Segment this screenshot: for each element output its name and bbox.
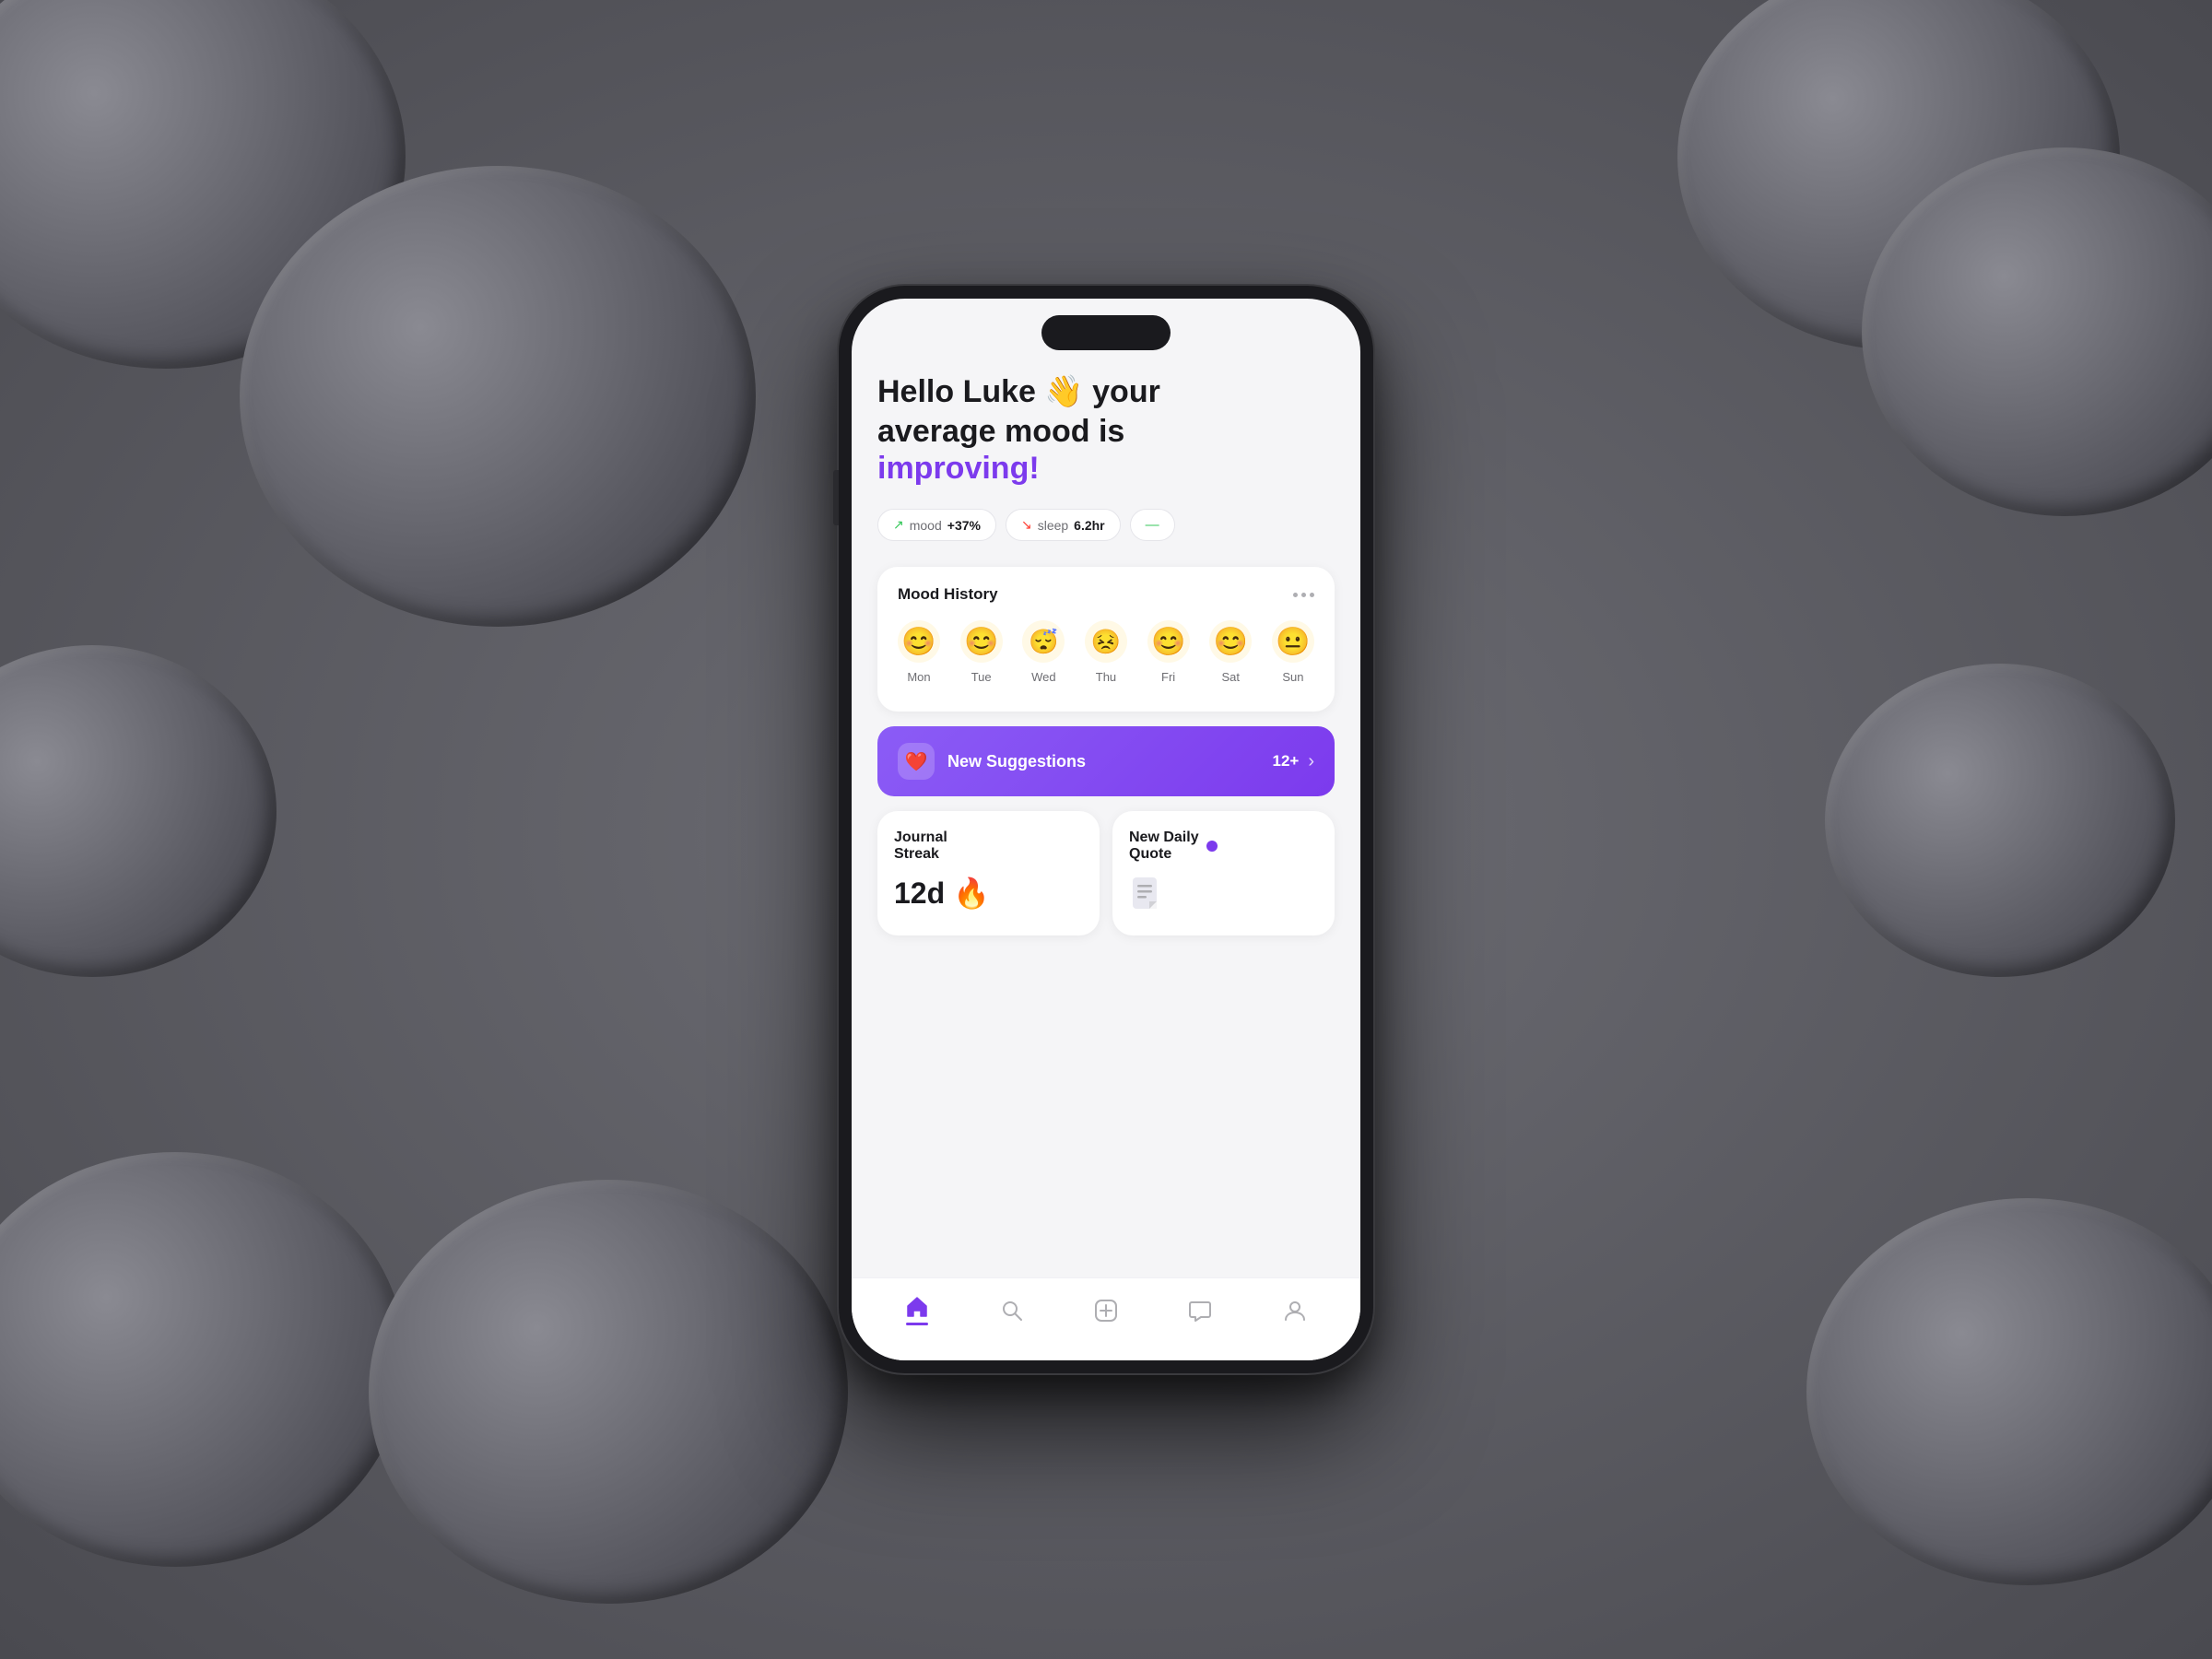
sleep-stat-pill[interactable]: ↘ sleep 6.2hr (1006, 509, 1121, 541)
mood-emoji-sun: 😐 (1272, 620, 1314, 663)
daily-quote-title: New DailyQuote (1129, 830, 1318, 863)
mood-emoji-row: 😊 Mon 😊 Tue 😴 Wed 😣 Thu (898, 620, 1314, 684)
nav-search[interactable] (1000, 1299, 1024, 1323)
nav-profile[interactable] (1283, 1299, 1307, 1323)
mood-day-sat[interactable]: 😊 Sat (1209, 620, 1252, 684)
nav-home[interactable] (905, 1295, 929, 1325)
dynamic-island (1041, 315, 1171, 350)
mood-label-sun: Sun (1282, 670, 1303, 684)
suggestions-banner[interactable]: ❤️ New Suggestions 12+ › (877, 726, 1335, 796)
pebble-6 (369, 1180, 848, 1604)
greeting-line2: average mood is (877, 412, 1335, 452)
suggestions-label: New Suggestions (947, 752, 1272, 771)
home-indicator (906, 1323, 928, 1325)
mood-label-thu: Thu (1096, 670, 1116, 684)
mood-emoji-wed: 😴 (1022, 620, 1065, 663)
extra-stat-pill[interactable]: — (1130, 509, 1175, 541)
pebble-3 (240, 166, 756, 627)
streak-value: 12d 🔥 (894, 876, 1083, 911)
quote-document-icon (1129, 876, 1318, 917)
greeting-section: Hello Luke 👋 your average mood is improv… (877, 372, 1335, 487)
mood-emoji-tue: 😊 (960, 620, 1003, 663)
new-indicator-dot (1206, 841, 1218, 852)
mood-emoji-thu: 😣 (1085, 620, 1127, 663)
sleep-stat-label: sleep (1038, 518, 1068, 533)
phone-screen: Hello Luke 👋 your average mood is improv… (852, 299, 1360, 1360)
mood-stat-value: +37% (947, 518, 981, 533)
mood-stat-label: mood (910, 518, 942, 533)
mood-day-wed[interactable]: 😴 Wed (1022, 620, 1065, 684)
suggestions-heart-icon: ❤️ (898, 743, 935, 780)
main-content[interactable]: Hello Luke 👋 your average mood is improv… (852, 299, 1360, 1277)
mood-label-fri: Fri (1161, 670, 1175, 684)
home-icon (905, 1295, 929, 1319)
journal-streak-label: JournalStreak (894, 830, 947, 863)
greeting-line1: Hello Luke 👋 your (877, 372, 1335, 412)
mood-day-thu[interactable]: 😣 Thu (1085, 620, 1127, 684)
heart-emoji: ❤️ (905, 750, 928, 773)
daily-quote-card[interactable]: New DailyQuote (1112, 811, 1335, 935)
mood-label-mon: Mon (907, 670, 930, 684)
bottom-navigation (852, 1277, 1360, 1360)
phone-shell: Hello Luke 👋 your average mood is improv… (839, 286, 1373, 1373)
search-icon (1000, 1299, 1024, 1323)
mood-day-tue[interactable]: 😊 Tue (960, 620, 1003, 684)
mood-day-fri[interactable]: 😊 Fri (1147, 620, 1190, 684)
dot-1 (1293, 593, 1298, 597)
journal-streak-card[interactable]: JournalStreak 12d 🔥 (877, 811, 1100, 935)
mood-stat-pill[interactable]: ↗ mood +37% (877, 509, 996, 541)
greeting-improving: improving! (877, 451, 1335, 487)
suggestions-arrow-icon: › (1308, 751, 1314, 772)
mood-emoji-fri: 😊 (1147, 620, 1190, 663)
chat-icon (1188, 1299, 1212, 1323)
stats-row: ↗ mood +37% ↘ sleep 6.2hr — (877, 509, 1335, 541)
mood-label-tue: Tue (971, 670, 992, 684)
document-svg-icon (1129, 876, 1164, 911)
extra-trend-icon: — (1146, 517, 1159, 533)
suggestions-count: 12+ (1272, 752, 1299, 771)
mood-day-sun[interactable]: 😐 Sun (1272, 620, 1314, 684)
add-icon (1094, 1299, 1118, 1323)
mood-history-title: Mood History (898, 585, 998, 604)
more-options-button[interactable] (1293, 593, 1314, 597)
mood-history-card: Mood History 😊 Mon 😊 Tue (877, 567, 1335, 712)
dot-2 (1301, 593, 1306, 597)
mood-emoji-sat: 😊 (1209, 620, 1252, 663)
sleep-stat-value: 6.2hr (1074, 518, 1104, 533)
nav-add[interactable] (1094, 1299, 1118, 1323)
fire-emoji: 🔥 (953, 877, 990, 910)
sleep-trend-icon: ↘ (1021, 517, 1032, 533)
streak-number: 12d (894, 877, 945, 910)
journal-streak-title: JournalStreak (894, 830, 1083, 863)
mood-label-sat: Sat (1222, 670, 1241, 684)
nav-chat[interactable] (1188, 1299, 1212, 1323)
dot-3 (1310, 593, 1314, 597)
mood-history-header: Mood History (898, 585, 1314, 604)
mood-day-mon[interactable]: 😊 Mon (898, 620, 940, 684)
bottom-cards-row: JournalStreak 12d 🔥 New DailyQuote (877, 811, 1335, 935)
mood-trend-icon: ↗ (893, 517, 904, 533)
mood-label-wed: Wed (1031, 670, 1056, 684)
daily-quote-label: New DailyQuote (1129, 830, 1199, 863)
profile-icon (1283, 1299, 1307, 1323)
pebble-9 (1825, 664, 2175, 977)
mood-emoji-mon: 😊 (898, 620, 940, 663)
